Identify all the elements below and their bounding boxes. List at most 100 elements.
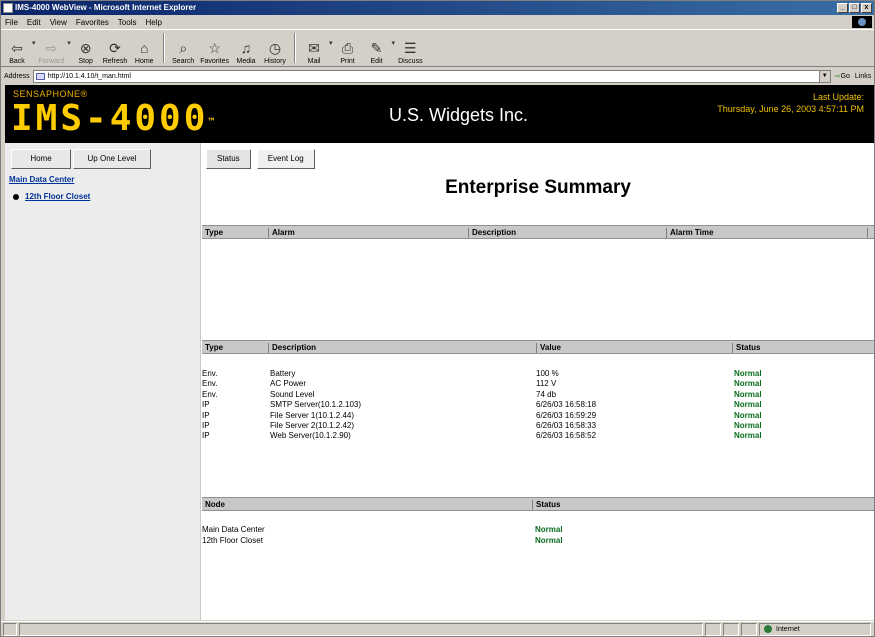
table-row: 12th Floor Closet Normal bbox=[202, 535, 874, 546]
menu-edit[interactable]: Edit bbox=[27, 18, 41, 27]
cell-type: IP bbox=[202, 431, 210, 441]
mail-icon: ✉ bbox=[308, 39, 320, 56]
forward-arrow-icon: ⇨ bbox=[45, 39, 58, 56]
menu-bar: File Edit View Favorites Tools Help bbox=[1, 15, 874, 29]
address-url: http://10.1.4.10/t_man.html bbox=[47, 72, 131, 80]
address-label: Address bbox=[4, 72, 30, 80]
status-cell bbox=[723, 622, 739, 636]
toolbar-label: Discuss bbox=[398, 58, 423, 65]
alarms-table-header: Type Alarm Description Alarm Time bbox=[202, 225, 874, 239]
back-button[interactable]: ⇦ Back bbox=[5, 31, 29, 66]
address-input[interactable]: http://10.1.4.10/t_man.html ▼ bbox=[32, 69, 831, 83]
stop-icon: ⊗ bbox=[79, 39, 92, 56]
last-update-value: Thursday, June 26, 2003 4:57:11 PM bbox=[717, 104, 864, 114]
table-row: Env. Battery 100 % Normal bbox=[202, 368, 874, 379]
up-one-level-button[interactable]: Up One Level bbox=[73, 149, 151, 169]
home-button[interactable]: Home bbox=[11, 149, 71, 169]
tree-link-12th-floor-closet[interactable]: 12th Floor Closet bbox=[25, 192, 90, 201]
stop-button[interactable]: ⊗ Stop bbox=[74, 31, 98, 66]
print-icon: ⎙ bbox=[341, 39, 354, 56]
table-row: IP File Server 1(10.1.2.44) 6/26/03 16:59:… bbox=[202, 410, 874, 421]
cell-type: IP bbox=[202, 400, 210, 410]
discuss-button[interactable]: ☰ Discuss bbox=[398, 31, 423, 66]
close-button[interactable]: x bbox=[861, 3, 872, 13]
windows-logo-icon bbox=[852, 16, 872, 28]
page-icon bbox=[35, 72, 45, 80]
cell-status: Normal bbox=[734, 389, 762, 399]
cell-type: Env. bbox=[202, 379, 218, 389]
cell-status: Normal bbox=[734, 410, 762, 420]
col-node: Node bbox=[205, 500, 225, 509]
cell-type: Env. bbox=[202, 369, 218, 378]
ie-app-icon bbox=[3, 3, 13, 13]
print-button[interactable]: ⎙ Print bbox=[336, 31, 360, 66]
title-bar: IMS-4000 WebView - Microsoft Internet Ex… bbox=[1, 1, 874, 15]
cell-type: IP bbox=[202, 421, 210, 430]
toolbar-label: Search bbox=[172, 58, 195, 65]
col-status: Status bbox=[532, 500, 560, 510]
cell-description: File Server 2(10.1.2.42) bbox=[270, 421, 355, 430]
edit-button[interactable]: ✎ Edit bbox=[365, 31, 389, 66]
links-button[interactable]: Links bbox=[855, 73, 871, 80]
refresh-button[interactable]: ⟳ Refresh bbox=[103, 31, 128, 66]
maximize-button[interactable]: □ bbox=[849, 3, 860, 13]
page-title: Enterprise Summary bbox=[445, 177, 631, 198]
media-button[interactable]: ♫ Media bbox=[234, 31, 258, 65]
status-table-header: Type Description Value Status bbox=[202, 340, 874, 354]
tab-event-log[interactable]: Event Log bbox=[256, 149, 315, 169]
toolbar-label: Back bbox=[9, 58, 25, 65]
menu-help[interactable]: Help bbox=[145, 18, 161, 27]
address-dropdown-icon[interactable]: ▼ bbox=[818, 70, 830, 82]
company-name: U.S. Widgets Inc. bbox=[389, 105, 529, 125]
mail-button[interactable]: ✉ Mail bbox=[302, 31, 326, 66]
page-content: SENSAPHONE® IMS-4000™ U.S. Widgets Inc. … bbox=[5, 85, 874, 620]
favorites-button[interactable]: ☆ Favorites bbox=[200, 31, 230, 66]
history-button[interactable]: ◷ History bbox=[263, 31, 287, 66]
cell-description: SMTP Server(10.1.2.103) bbox=[270, 400, 362, 410]
home-icon: ⌂ bbox=[140, 40, 149, 56]
search-button[interactable]: ⌕ Search bbox=[171, 31, 195, 66]
dropdown-arrow-icon[interactable]: ▾ bbox=[329, 39, 333, 47]
forward-button[interactable]: ⇨ Forward bbox=[39, 31, 65, 66]
cell-status: Normal bbox=[734, 431, 762, 441]
menu-file[interactable]: File bbox=[5, 18, 18, 27]
cell-status: Normal bbox=[734, 379, 762, 389]
sidebar: Home Up One Level Main Data Center 12th … bbox=[5, 143, 201, 620]
status-cell bbox=[741, 622, 757, 636]
media-icon: ♫ bbox=[240, 40, 252, 56]
col-description: Description bbox=[268, 343, 316, 353]
cell-type: IP bbox=[202, 410, 210, 420]
table-row: Main Data Center Normal bbox=[202, 524, 874, 535]
toolbar-label: Home bbox=[134, 58, 154, 65]
dropdown-arrow-icon[interactable]: ▾ bbox=[32, 39, 36, 47]
toolbar-label: Mail bbox=[307, 58, 321, 65]
dropdown-arrow-icon[interactable]: ▾ bbox=[392, 39, 396, 47]
toolbar-label: Favorites bbox=[200, 58, 230, 65]
cell-node: 12th Floor Closet bbox=[202, 536, 263, 545]
discuss-icon: ☰ bbox=[404, 39, 417, 56]
col-alarm: Alarm bbox=[268, 228, 295, 238]
menu-view[interactable]: View bbox=[50, 18, 67, 27]
col-type: Type bbox=[205, 343, 224, 352]
node-table-header: Node Status bbox=[202, 497, 874, 511]
table-row: IP SMTP Server(10.1.2.103) 6/26/03 16:58:1… bbox=[202, 399, 874, 410]
cell-value: 112 V bbox=[536, 379, 557, 389]
header-banner: SENSAPHONE® IMS-4000™ U.S. Widgets Inc. … bbox=[5, 85, 874, 143]
standard-toolbar: ⇦ Back ▾ ⇨ Forward ▾ ⊗ Stop ⟳ Refresh ⌂ Home ⌕ Search… bbox=[1, 29, 874, 67]
tree-link-main-data-center[interactable]: Main Data Center bbox=[9, 175, 74, 184]
table-row: Env. Sound Level 74 db Normal bbox=[202, 389, 874, 400]
last-update-label: Last Update: bbox=[812, 92, 864, 102]
minimize-button[interactable]: _ bbox=[837, 3, 848, 13]
tab-status[interactable]: Status bbox=[206, 149, 251, 169]
back-arrow-icon: ⇦ bbox=[11, 39, 23, 56]
toolbar-separator bbox=[163, 33, 166, 63]
cell-value: 74 db bbox=[536, 389, 557, 399]
cell-description: Web Server(10.1.2.90) bbox=[270, 431, 351, 441]
dropdown-arrow-icon[interactable]: ▾ bbox=[67, 39, 71, 47]
menu-favorites[interactable]: Favorites bbox=[76, 18, 109, 27]
cell-value: 6/26/03 16:58:18 bbox=[536, 400, 597, 410]
menu-tools[interactable]: Tools bbox=[118, 18, 137, 27]
go-button[interactable]: ⇨Go bbox=[835, 72, 850, 80]
home-button[interactable]: ⌂ Home bbox=[132, 31, 156, 65]
address-bar: Address http://10.1.4.10/t_man.html ▼ ⇨G… bbox=[1, 68, 874, 84]
